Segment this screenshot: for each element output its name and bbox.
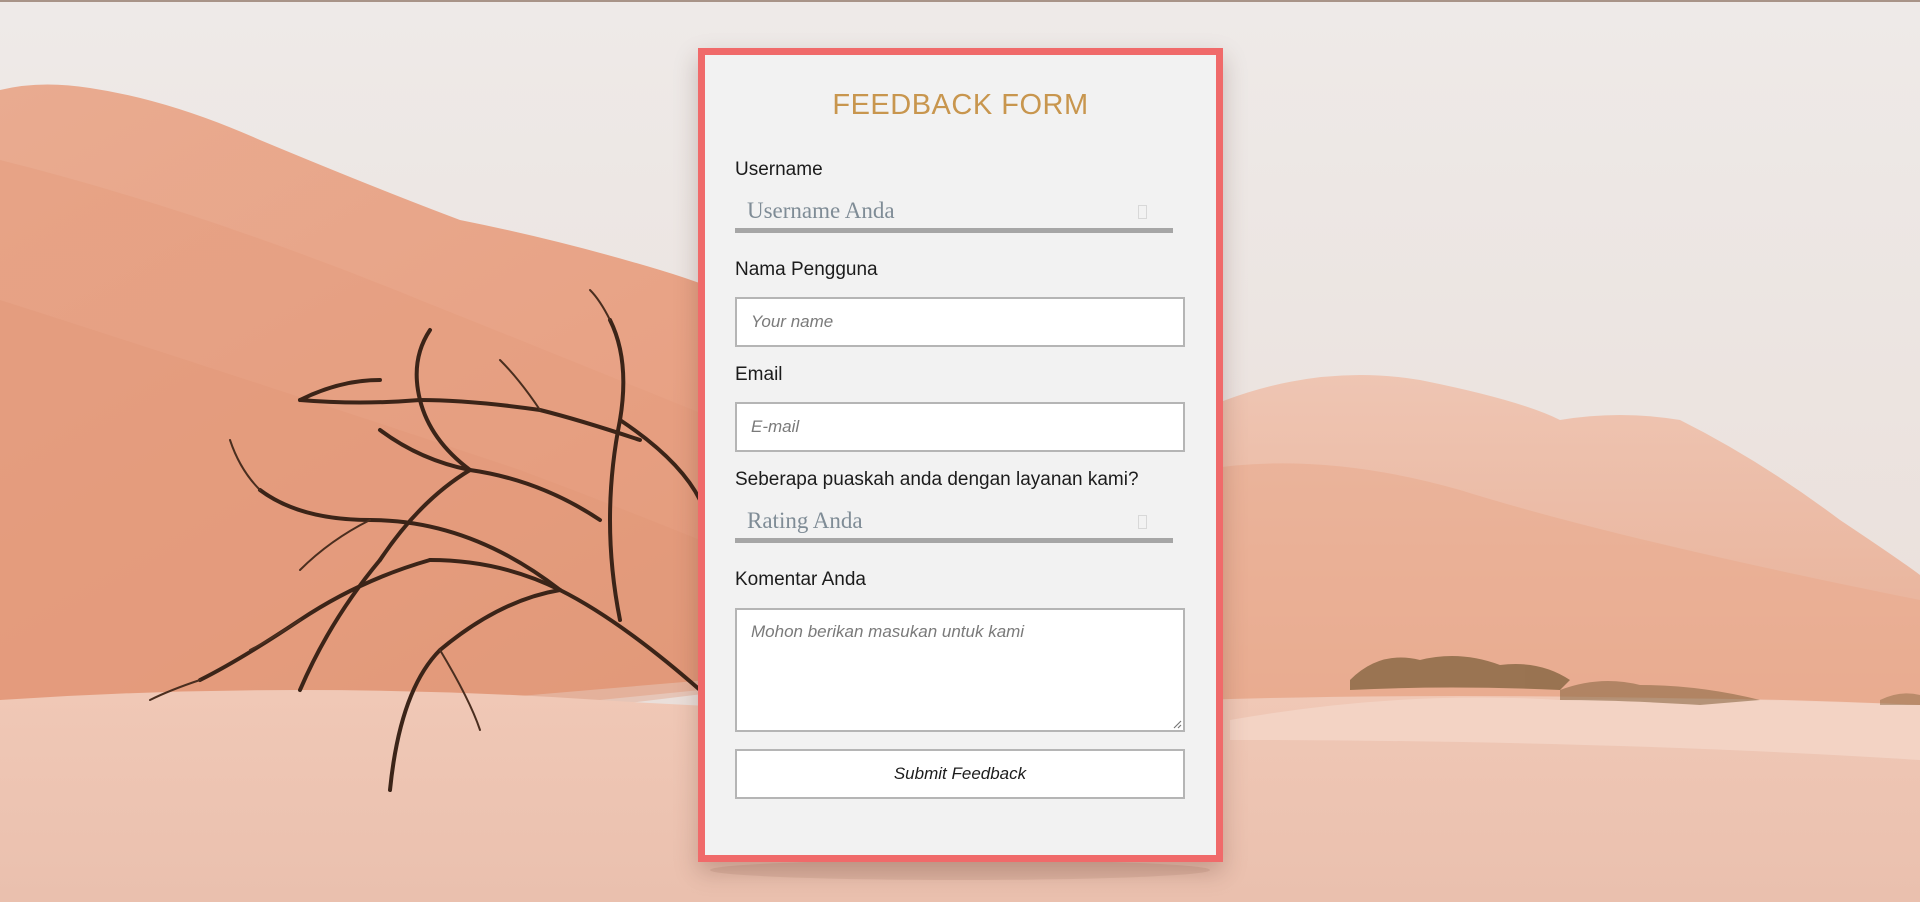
username-label: Username [735, 159, 823, 180]
email-input[interactable] [735, 402, 1185, 452]
rating-select[interactable]: Rating Anda [735, 503, 1173, 543]
comment-label: Komentar Anda [735, 569, 866, 590]
rating-label: Seberapa puaskah anda dengan layanan kam… [735, 469, 1139, 490]
resize-handle-icon[interactable] [1172, 719, 1182, 729]
dropdown-icon [1138, 515, 1147, 529]
dropdown-icon [1138, 205, 1147, 219]
username-select-value: Username Anda [747, 198, 895, 223]
username-select[interactable]: Username Anda [735, 193, 1173, 233]
submit-feedback-button[interactable]: Submit Feedback [735, 749, 1185, 799]
top-border-line [0, 0, 1920, 2]
form-title: FEEDBACK FORM [832, 89, 1089, 121]
name-input[interactable] [735, 297, 1185, 347]
feedback-form-card: FEEDBACK FORM Username Username Anda Nam… [698, 48, 1223, 862]
name-label: Nama Pengguna [735, 259, 878, 280]
email-label: Email [735, 364, 783, 385]
comment-textarea[interactable] [735, 608, 1185, 732]
rating-select-value: Rating Anda [747, 508, 863, 533]
